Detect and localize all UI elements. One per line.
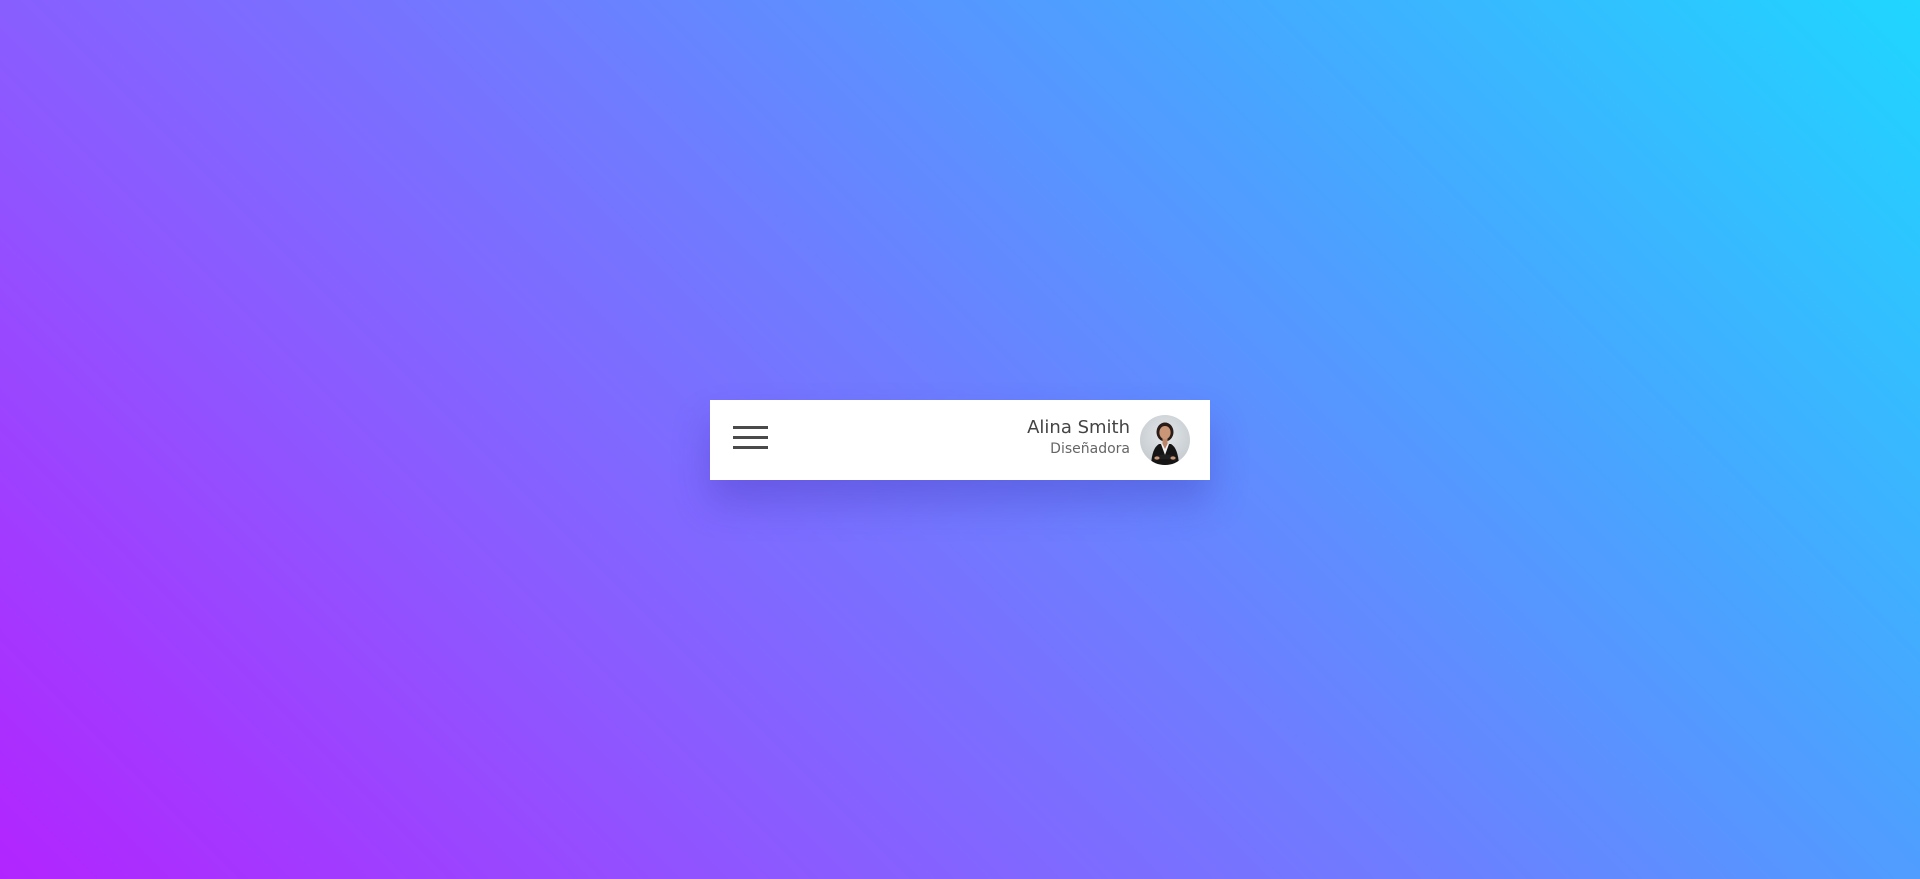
menu-bar-bottom	[733, 446, 768, 449]
user-role: Diseñadora	[1050, 441, 1130, 457]
avatar[interactable]	[1140, 415, 1190, 465]
profile-header-card: Alina Smith Diseñadora	[710, 400, 1210, 480]
user-name: Alina Smith	[1027, 417, 1130, 438]
user-avatar-icon	[1151, 422, 1179, 465]
menu-bar-middle	[733, 436, 768, 439]
user-info: Alina Smith Diseñadora	[1027, 417, 1130, 458]
menu-bar-top	[733, 426, 768, 429]
hamburger-menu-icon[interactable]	[732, 426, 770, 456]
